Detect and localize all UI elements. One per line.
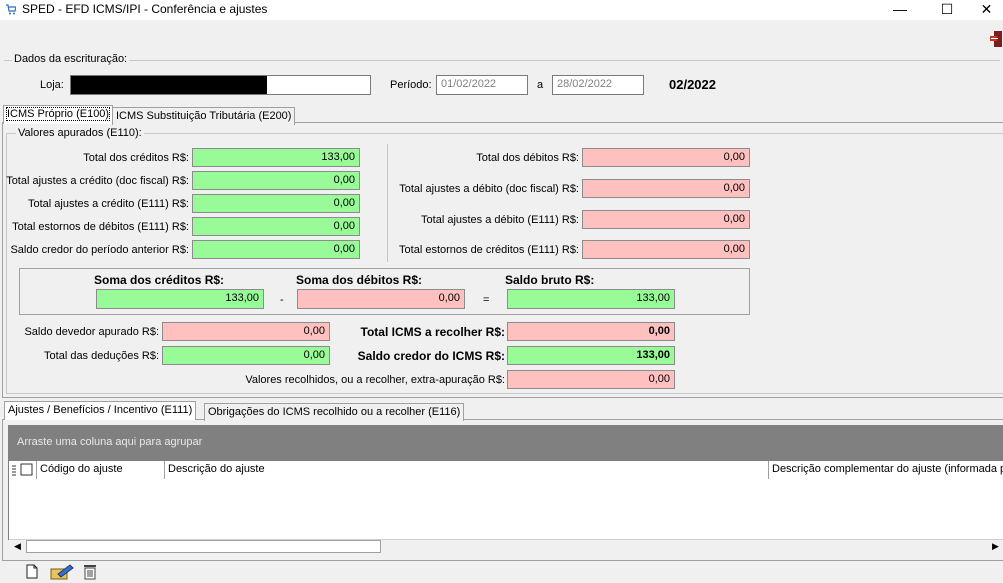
minimize-button[interactable]: — <box>877 0 923 20</box>
saldo-credor-icms-label: Saldo credor do ICMS R$: <box>357 349 505 363</box>
soma-debitos-label: Soma dos débitos R$: <box>296 273 423 287</box>
total-icms-label: Total ICMS a recolher R$: <box>360 325 505 339</box>
competencia-label: 02/2022 <box>669 77 716 92</box>
periodo-inicio-field[interactable]: 01/02/2022 <box>436 75 528 95</box>
maximize-button[interactable]: ☐ <box>924 0 970 20</box>
equals-sign: = <box>483 294 490 306</box>
app-cart-icon <box>6 4 16 15</box>
ajustes-credito-doc-label: Total ajustes a crédito (doc fiscal) R$: <box>6 175 189 187</box>
loja-label: Loja: <box>40 79 64 91</box>
ajustes-credito-e111-label: Total ajustes a crédito (E111) R$: <box>27 198 189 210</box>
scrollbar-thumb[interactable] <box>26 540 381 553</box>
dados-legend: Dados da escrituração: <box>12 53 130 65</box>
total-deducoes-field[interactable]: 0,00 <box>162 346 330 365</box>
grid-header: Código do ajuste Descrição do ajuste Des… <box>9 461 1003 479</box>
periodo-a-label: a <box>537 79 544 91</box>
periodo-fim-field[interactable]: 28/02/2022 <box>552 75 644 95</box>
exit-door-icon[interactable] <box>990 30 1003 48</box>
total-debitos-field[interactable]: 0,00 <box>582 148 750 167</box>
periodo-label: Período: <box>390 79 432 91</box>
col-descricao-ajuste[interactable]: Descrição do ajuste <box>165 461 769 479</box>
total-creditos-label: Total dos créditos R$: <box>83 152 189 164</box>
estornos-debitos-label: Total estornos de débitos (E111) R$: <box>12 221 189 233</box>
ajustes-debito-e111-label: Total ajustes a débito (E111) R$: <box>421 214 579 226</box>
grid-select-column[interactable] <box>9 461 37 479</box>
column-divider <box>387 144 388 262</box>
saldo-credor-anterior-field[interactable]: 0,00 <box>192 240 360 259</box>
loja-redacted <box>71 76 267 94</box>
soma-creditos-field[interactable]: 133,00 <box>96 289 264 309</box>
total-creditos-field[interactable]: 133,00 <box>192 148 360 167</box>
saldo-bruto-field[interactable]: 133,00 <box>507 289 675 309</box>
tab-obrigacoes-e116[interactable]: Obrigações do ICMS recolhido ou a recolh… <box>204 403 465 421</box>
valores-legend: Valores apurados (E110): <box>16 127 144 139</box>
loja-field[interactable] <box>70 75 371 95</box>
ajustes-credito-doc-field[interactable]: 0,00 <box>192 171 360 190</box>
delete-trash-icon[interactable] <box>82 563 98 580</box>
ajustes-credito-e111-field[interactable]: 0,00 <box>192 194 360 213</box>
ajustes-debito-doc-field[interactable]: 0,00 <box>582 179 750 198</box>
close-button[interactable]: ✕ <box>970 0 1003 20</box>
soma-debitos-field[interactable]: 0,00 <box>297 289 465 309</box>
estornos-creditos-field[interactable]: 0,00 <box>582 240 750 259</box>
ajustes-debito-doc-label: Total ajustes a débito (doc fiscal) R$: <box>399 183 579 195</box>
estornos-creditos-label: Total estornos de créditos (E111) R$: <box>399 244 579 256</box>
saldo-devedor-label: Saldo devedor apurado R$: <box>24 326 159 338</box>
saldo-credor-anterior-label: Saldo credor do período anterior R$: <box>10 244 189 256</box>
scroll-left-arrow-icon[interactable]: ◀ <box>10 540 25 553</box>
new-document-icon[interactable] <box>26 564 38 579</box>
tab-ajustes-e111[interactable]: Ajustes / Benefícios / Incentivo (E111) <box>4 401 197 420</box>
group-by-bar[interactable]: Arraste uma coluna aqui para agrupar <box>8 425 1003 460</box>
tab-icms-proprio[interactable]: ICMS Próprio (E100) <box>3 105 114 124</box>
total-deducoes-label: Total das deduções R$: <box>44 350 159 362</box>
tab-icms-st[interactable]: ICMS Substituição Tributária (E200) <box>112 107 296 125</box>
ajustes-debito-e111-field[interactable]: 0,00 <box>582 210 750 229</box>
total-debitos-label: Total dos débitos R$: <box>476 152 579 164</box>
total-icms-field[interactable]: 0,00 <box>507 322 675 341</box>
saldo-devedor-field[interactable]: 0,00 <box>162 322 330 341</box>
valores-recolhidos-label: Valores recolhidos, ou a recolher, extra… <box>245 374 505 386</box>
valores-recolhidos-field[interactable]: 0,00 <box>507 370 675 389</box>
saldo-credor-icms-field[interactable]: 133,00 <box>507 346 675 365</box>
scroll-right-arrow-icon[interactable]: ▶ <box>988 540 1003 553</box>
column-chooser-icon[interactable] <box>11 463 35 477</box>
minus-sign: - <box>280 294 284 306</box>
edit-icon[interactable] <box>50 563 74 580</box>
window-title: SPED - EFD ICMS/IPI - Conferência e ajus… <box>22 2 268 16</box>
soma-creditos-label: Soma dos créditos R$: <box>94 273 225 287</box>
col-codigo-ajuste[interactable]: Código do ajuste <box>37 461 165 479</box>
estornos-debitos-field[interactable]: 0,00 <box>192 217 360 236</box>
col-descricao-complementar[interactable]: Descrição complementar do ajuste (inform… <box>769 461 1003 479</box>
saldo-bruto-label: Saldo bruto R$: <box>505 273 595 287</box>
